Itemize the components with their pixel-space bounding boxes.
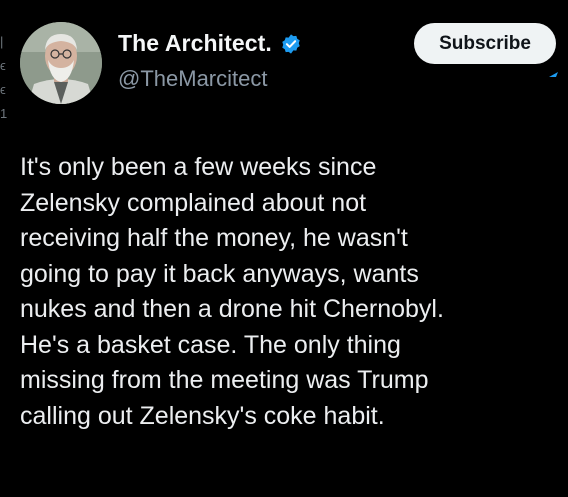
tweet-text: It's only been a few weeks since Zelensk… [20, 153, 444, 430]
author-name-row: The Architect. [118, 30, 302, 57]
edge-fragment-icon [549, 72, 558, 77]
left-edge-fragment: | ϵ ϵ 1 [0, 34, 8, 121]
profile-avatar [20, 22, 102, 104]
avatar[interactable] [20, 22, 102, 104]
author-display-name[interactable]: The Architect. [118, 30, 272, 57]
author-handle[interactable]: @TheMarcitect [118, 66, 267, 92]
verified-badge-icon [282, 33, 300, 54]
subscribe-button[interactable]: Subscribe [414, 23, 556, 64]
